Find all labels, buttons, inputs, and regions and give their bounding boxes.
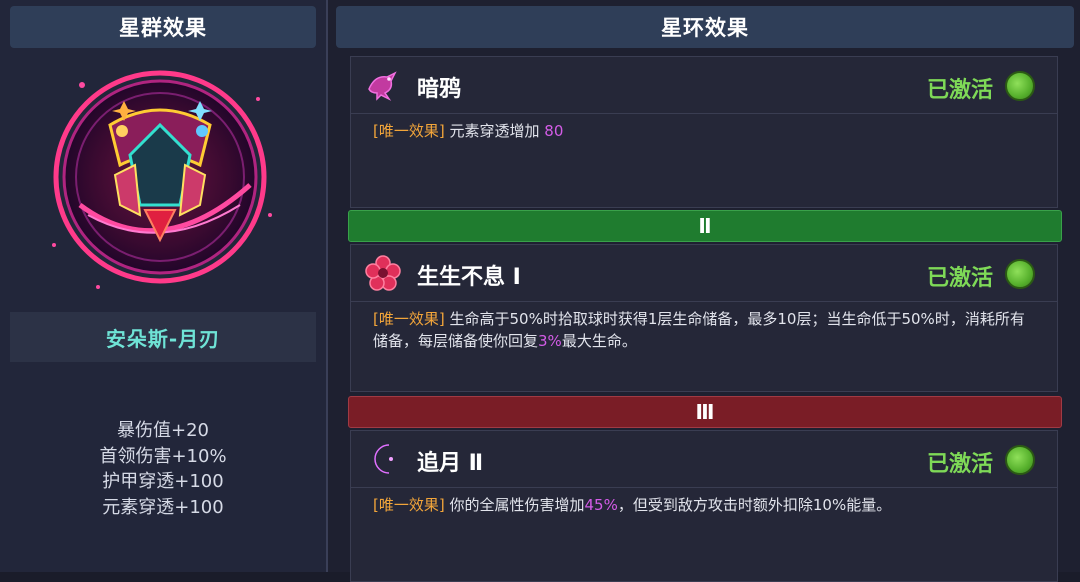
card-title: 暗鸦 xyxy=(417,77,462,102)
tier-divider-3: Ⅲ xyxy=(348,396,1062,428)
unique-effect-tag: [唯一效果] xyxy=(373,496,445,514)
star-ring-effect-header: 星环效果 xyxy=(336,6,1074,48)
active-indicator-icon xyxy=(1005,259,1035,289)
star-ring-panel: 星环效果 暗鸦 已激活 [唯一效果] 元素穿透增加 80 Ⅱ 生生不息 Ⅰ 已激… xyxy=(328,0,1080,582)
active-status: 已激活 xyxy=(926,266,993,291)
crescent-moon-icon xyxy=(365,441,401,477)
desc-text: 最大生命。 xyxy=(561,332,637,350)
effect-card-raven[interactable]: 暗鸦 已激活 [唯一效果] 元素穿透增加 80 xyxy=(350,56,1058,208)
active-status: 已激活 xyxy=(926,452,993,477)
active-status: 已激活 xyxy=(926,78,993,103)
stat-line: 暴伤值+20 xyxy=(117,420,209,441)
stat-line: 首领伤害+10% xyxy=(99,445,227,467)
constellation-emblem xyxy=(40,65,280,295)
card-description: [唯一效果] 元素穿透增加 80 xyxy=(351,113,1057,142)
desc-text: 你的全属性伤害增加 xyxy=(449,496,585,514)
desc-highlight: 80 xyxy=(544,122,564,140)
desc-text: 元素穿透增加 xyxy=(449,122,545,140)
card-description: [唯一效果] 你的全属性伤害增加45%，但受到敌方攻击时额外扣除10%能量。 xyxy=(351,487,1057,516)
flower-icon xyxy=(365,255,401,291)
card-header: 暗鸦 已激活 xyxy=(351,57,1057,113)
raven-icon xyxy=(365,67,401,103)
unique-effect-tag: [唯一效果] xyxy=(373,122,445,140)
card-title: 追月 Ⅱ xyxy=(417,451,484,476)
card-header: 生生不息 Ⅰ 已激活 xyxy=(351,245,1057,301)
emblem-icon xyxy=(52,70,272,289)
card-header: 追月 Ⅱ 已激活 xyxy=(351,431,1057,487)
stat-line: 元素穿透+100 xyxy=(102,496,224,518)
active-indicator-icon xyxy=(1005,71,1035,101)
constellation-stats: 暴伤值+20 首领伤害+10% 护甲穿透+100 元素穿透+100 xyxy=(10,418,316,520)
unique-effect-tag: [唯一效果] xyxy=(373,310,445,328)
card-description: [唯一效果] 生命高于50%时拾取球时获得1层生命储备，最多10层；当生命低于5… xyxy=(351,301,1057,352)
effect-card-endless-life[interactable]: 生生不息 Ⅰ 已激活 [唯一效果] 生命高于50%时拾取球时获得1层生命储备，最… xyxy=(350,244,1058,392)
desc-highlight: 3% xyxy=(538,332,562,350)
tier-divider-2: Ⅱ xyxy=(348,210,1062,242)
card-title: 生生不息 Ⅰ xyxy=(417,265,521,290)
constellation-panel: 星群效果 安朵斯-月刃 暴伤值+20 首领伤害+10% 护甲穿透+100 元素穿… xyxy=(0,0,328,572)
desc-highlight: 45% xyxy=(584,496,618,514)
constellation-effect-header: 星群效果 xyxy=(10,6,316,48)
stat-line: 护甲穿透+100 xyxy=(102,471,224,492)
desc-text: ，但受到敌方攻击时额外扣除10%能量。 xyxy=(617,496,892,514)
constellation-name: 安朵斯-月刃 xyxy=(10,312,316,362)
desc-text: 生命高于50%时拾取球时获得1层生命储备，最多10层；当生命低于50%时，消耗所… xyxy=(373,310,1025,350)
active-indicator-icon xyxy=(1005,445,1035,475)
effect-card-chasing-moon[interactable]: 追月 Ⅱ 已激活 [唯一效果] 你的全属性伤害增加45%，但受到敌方攻击时额外扣… xyxy=(350,430,1058,582)
